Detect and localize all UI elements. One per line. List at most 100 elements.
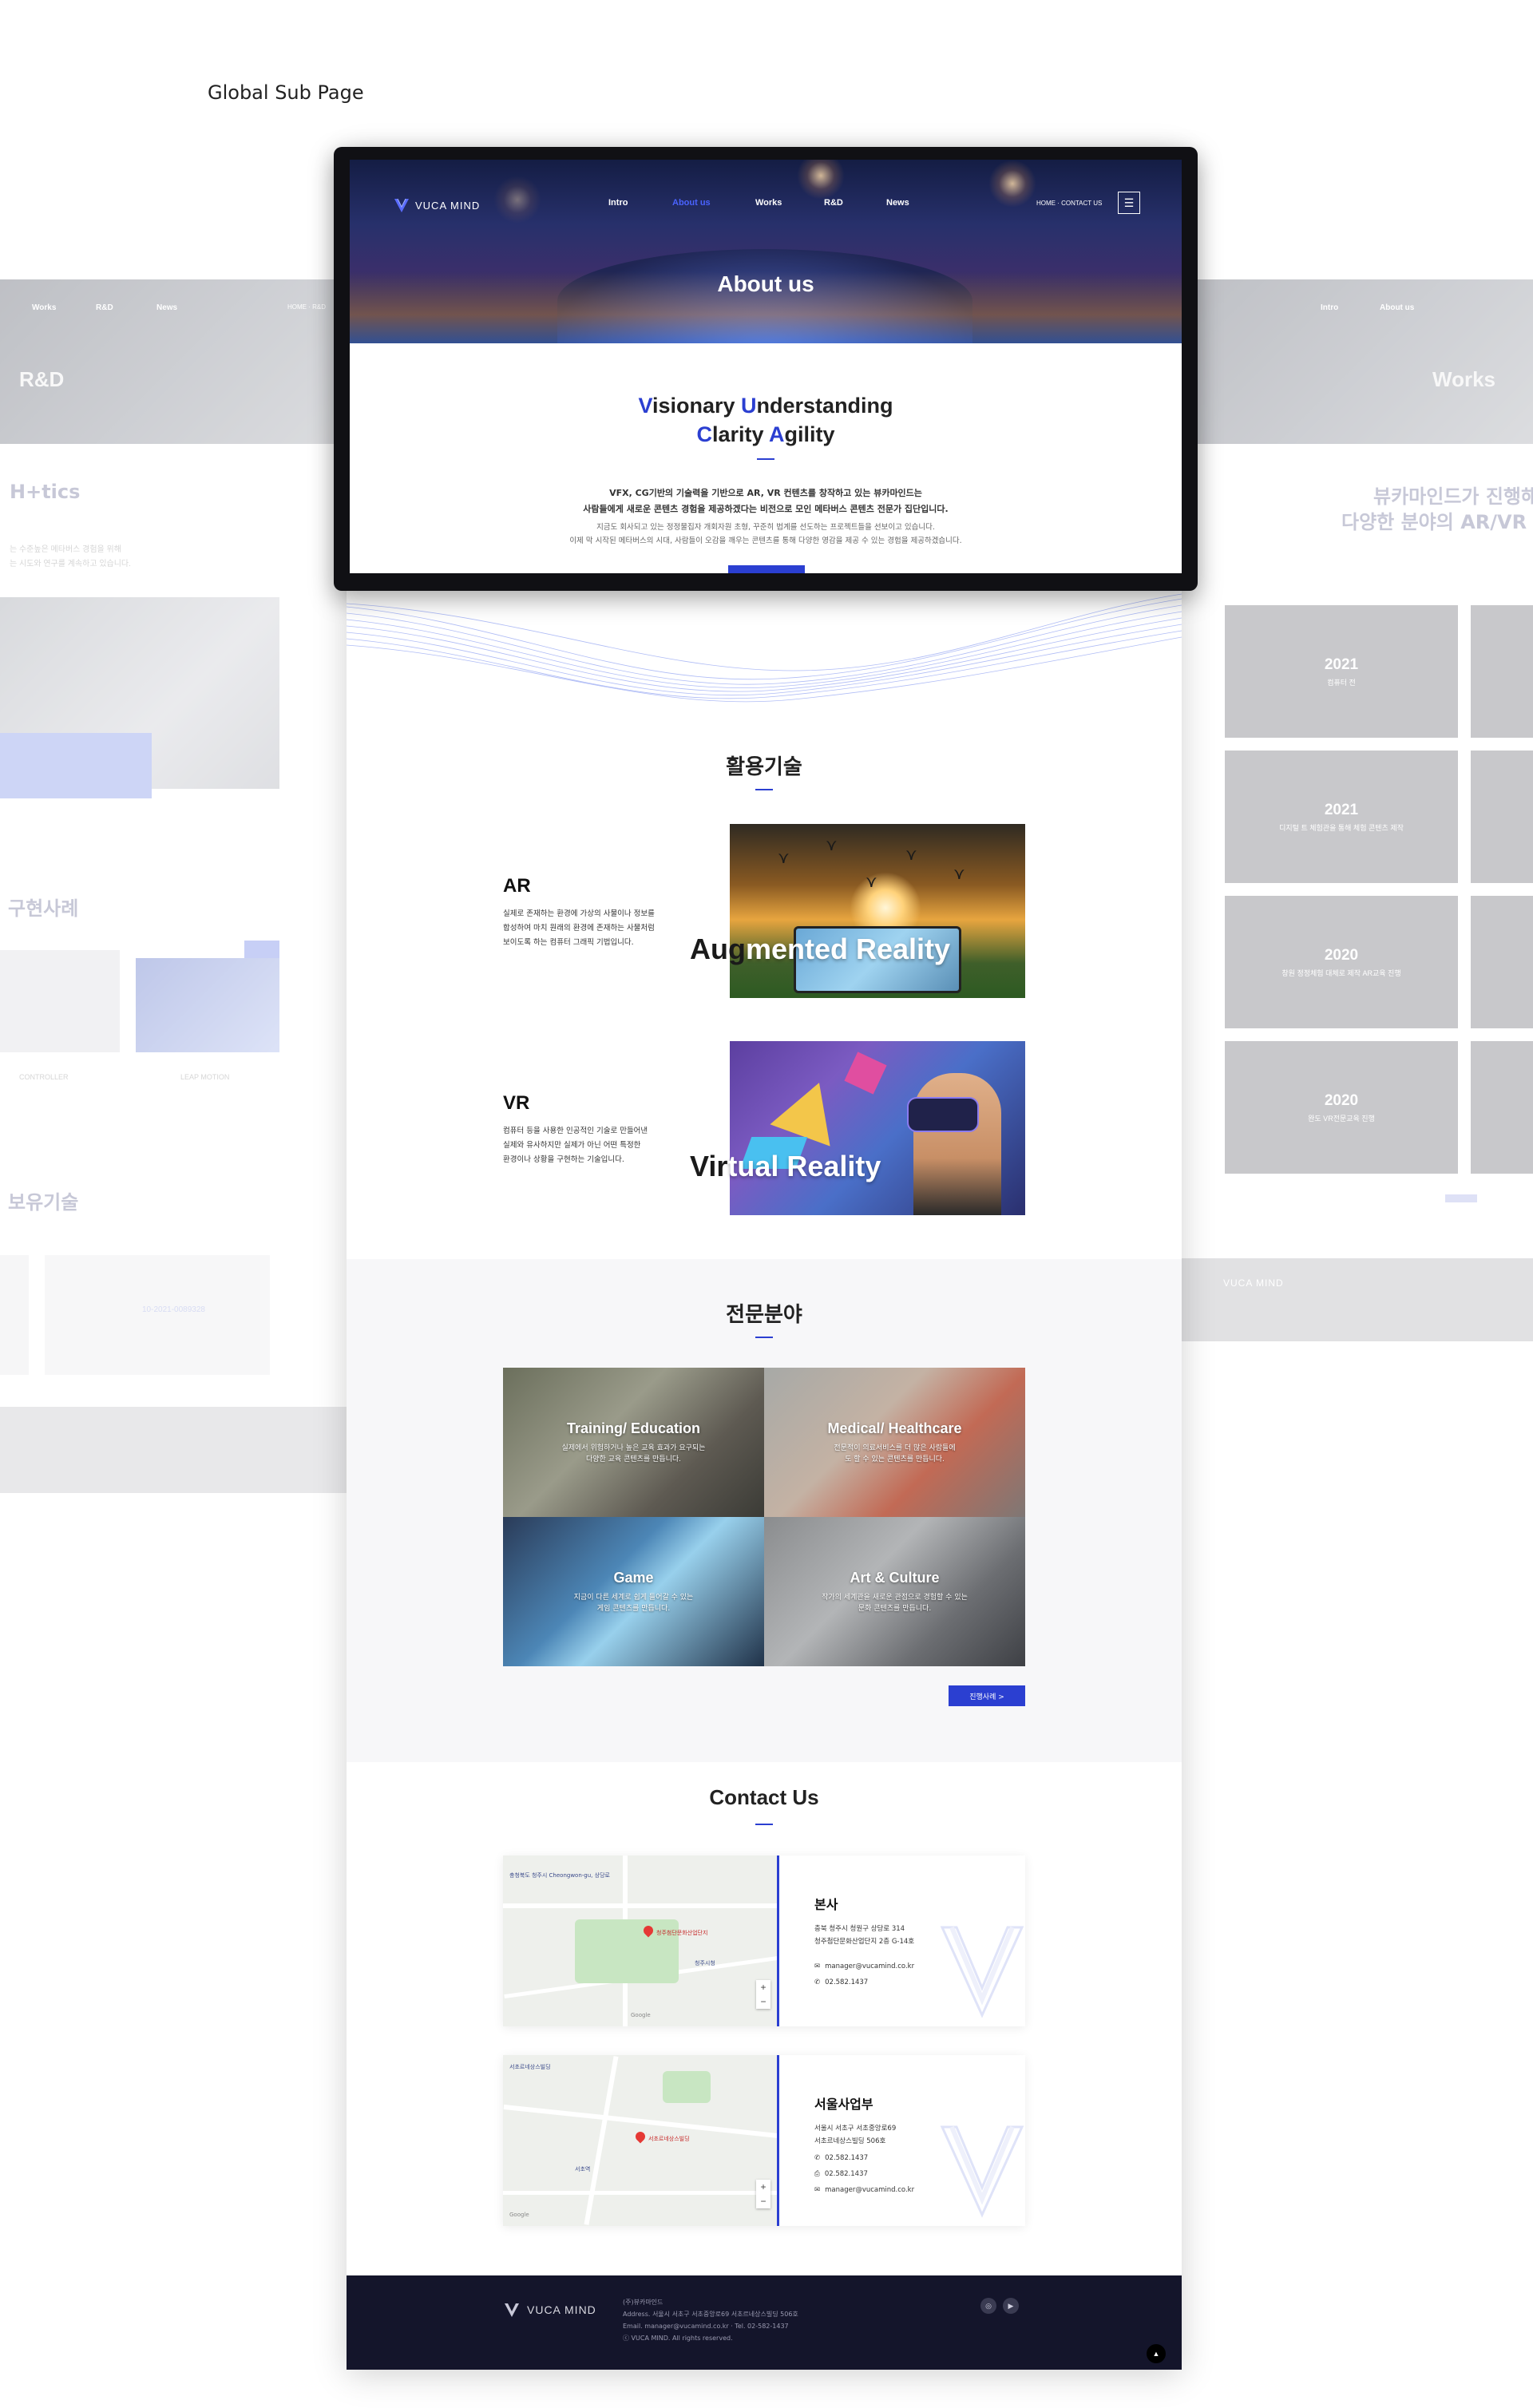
ghost-tile-year: 2020 bbox=[1324, 1092, 1359, 1109]
firework-glow bbox=[493, 176, 541, 224]
tech-desc-vr: 컴퓨터 등을 사용한 인공적인 기술로 만들어낸 실제와 유사하지만 실제가 아… bbox=[503, 1124, 648, 1167]
view-cases-button[interactable]: 진행사례 > bbox=[949, 1685, 1025, 1706]
phone-text[interactable]: 02.582.1437 bbox=[825, 2154, 868, 2162]
intro-text-light: 지금도 회사되고 있는 정정물집자 개회자원 초형, 꾸준히 법계를 선도하는 … bbox=[350, 521, 1182, 548]
specialty-grid: Training/ Education 실제에서 위험하거나 높은 교육 효과가… bbox=[503, 1368, 1025, 1666]
ghost-section-title: H+tics bbox=[10, 481, 81, 503]
youtube-icon[interactable]: ▶ bbox=[1003, 2298, 1019, 2314]
ghost-pagination bbox=[1445, 1194, 1477, 1202]
tech-desc-line: 컴퓨터 등을 사용한 인공적인 기술로 만들어낸 bbox=[503, 1127, 648, 1135]
office-email: ✉ manager@vucamind.co.kr bbox=[814, 1962, 914, 1970]
ghost-breadcrumb: HOME · R&D bbox=[287, 303, 326, 311]
address-line: 청주첨단문화산업단지 2층 G-14호 bbox=[814, 1938, 915, 1946]
ghost-hero-title: R&D bbox=[19, 367, 65, 391]
footer-logo[interactable]: VUCA MIND bbox=[503, 2301, 596, 2319]
map-zoom-control[interactable]: + − bbox=[756, 1980, 770, 2009]
map-zoom-control[interactable]: + − bbox=[756, 2180, 770, 2208]
office-map[interactable]: 서초르네상스빌딩 서초르네상스빌딩 서초역 Google + − bbox=[503, 2055, 779, 2226]
bird-icon: ⋎ bbox=[866, 873, 877, 891]
tech-desc-line: 환경이나 상황을 구현하는 기술입니다. bbox=[503, 1155, 624, 1164]
email-text[interactable]: manager@vucamind.co.kr bbox=[825, 1962, 914, 1970]
map-road bbox=[584, 2056, 619, 2225]
office-name: 본사 bbox=[814, 1897, 838, 1912]
slogan-accent: C bbox=[696, 422, 712, 446]
slogan-accent: A bbox=[769, 422, 785, 446]
firework-glow bbox=[797, 160, 845, 200]
ghost-headline: 뷰카마인드가 진행해 bbox=[1373, 485, 1533, 508]
ghost-hero-title: Works bbox=[1432, 367, 1495, 391]
intro-line: 지금도 회사되고 있는 정정물집자 개회자원 초형, 꾸준히 법계를 선도하는 … bbox=[596, 523, 935, 532]
ghost-card-label: CONTROLLER bbox=[19, 1073, 69, 1081]
bird-icon: ⋎ bbox=[826, 837, 838, 854]
office-address: 서울시 서초구 서초중앙로69 서초르네상스빌딩 506호 bbox=[814, 2122, 896, 2148]
map-label: 서초르네상스빌딩 bbox=[648, 2136, 690, 2142]
nav-works[interactable]: Works bbox=[755, 198, 782, 208]
v-watermark-icon bbox=[940, 2125, 1024, 2218]
office-map[interactable]: 충청북도 청주시 Cheongwon-gu, 상당로 청주첨단문화산업단지 청주… bbox=[503, 1856, 779, 2026]
address-line: 서울시 서초구 서초중앙로69 bbox=[814, 2125, 897, 2133]
instagram-icon[interactable]: ◎ bbox=[980, 2298, 996, 2314]
wave-decoration bbox=[347, 593, 1182, 703]
intro-line: 사람들에게 새로운 콘텐츠 경험을 제공하겠다는 비전으로 모인 메타버스 콘텐… bbox=[583, 504, 949, 514]
phone-text[interactable]: 02.582.1437 bbox=[825, 1978, 868, 1986]
nav-intro[interactable]: Intro bbox=[608, 198, 628, 208]
technology-title: 활용기술 bbox=[726, 755, 802, 779]
fax-icon: ⎙ bbox=[814, 2170, 820, 2178]
ghost-tile-year: 2020 bbox=[1324, 947, 1359, 964]
floating-shape bbox=[844, 1052, 887, 1095]
office-address: 충북 청주시 청원구 상당로 314 청주첨단문화산업단지 2층 G-14호 bbox=[814, 1923, 914, 1948]
map-label: 청주첨단문화산업단지 bbox=[656, 1930, 708, 1936]
hero-banner: VUCA MIND Intro About us Works R&D News … bbox=[350, 160, 1182, 343]
accent-bar bbox=[728, 565, 805, 573]
person-shape bbox=[913, 1073, 1001, 1215]
office-fax: ⎙ 02.582.1437 bbox=[814, 2170, 868, 2178]
ghost-desc-line: 는 수준높은 메타버스 경험을 위해 bbox=[10, 545, 121, 554]
ghost-desc-line: 는 시도와 연구를 계속하고 있습니다. bbox=[10, 560, 131, 568]
firework-glow bbox=[988, 160, 1036, 208]
logo-text: VUCA MIND bbox=[415, 199, 481, 212]
vuca-logo-icon bbox=[394, 198, 409, 212]
title-underline bbox=[757, 458, 774, 460]
ghost-tile-year: 2021 bbox=[1324, 656, 1359, 673]
tech-name-ar: AR bbox=[503, 875, 531, 897]
hamburger-icon: ☰ bbox=[1123, 196, 1135, 209]
desc-line: 도 할 수 있는 콘텐츠를 만듭니다. bbox=[845, 1455, 945, 1463]
map-road bbox=[503, 1903, 777, 1908]
nav-about-us[interactable]: About us bbox=[672, 198, 711, 208]
ghost-work-tile bbox=[1471, 605, 1533, 738]
vr-image bbox=[730, 1041, 1025, 1215]
nav-rnd[interactable]: R&D bbox=[824, 198, 843, 208]
specialty-tile-training[interactable]: Training/ Education 실제에서 위험하거나 높은 교육 효과가… bbox=[503, 1368, 764, 1517]
ghost-nav-item: Intro bbox=[1321, 303, 1339, 312]
slogan-accent: U bbox=[741, 394, 757, 418]
ghost-section-desc: 는 수준높은 메타버스 경험을 위해 는 시도와 연구를 계속하고 있습니다. bbox=[10, 543, 131, 572]
ghost-nav-item: R&D bbox=[96, 303, 113, 312]
site-footer: VUCA MIND (주)뷰카마인드 Address. 서울시 서초구 서초중앙… bbox=[347, 2275, 1182, 2370]
nav-news[interactable]: News bbox=[886, 198, 909, 208]
intro-line: 이제 막 시작된 메타버스의 시대, 사람들이 오감을 깨우는 콘텐츠를 통해 … bbox=[569, 537, 962, 545]
email-text[interactable]: manager@vucamind.co.kr bbox=[825, 2186, 914, 2194]
ghost-hero: Works R&D News HOME · R&D R&D bbox=[0, 279, 351, 444]
ghost-tile-year: 2021 bbox=[1324, 802, 1359, 818]
site-logo[interactable]: VUCA MIND bbox=[393, 196, 480, 214]
footer-info-line: ⓒ VUCA MIND. All rights reserved. bbox=[623, 2335, 733, 2342]
hamburger-menu-button[interactable]: ☰ bbox=[1118, 192, 1140, 214]
mail-icon: ✉ bbox=[814, 1962, 821, 1970]
specialty-tile-game[interactable]: Game 지금이 다른 세계로 쉽게 들어갈 수 있는 게임 콘텐츠를 만듭니다… bbox=[503, 1517, 764, 1666]
specialty-tile-medical[interactable]: Medical/ Healthcare 전문적이 의료서비스를 더 많은 사람들… bbox=[764, 1368, 1025, 1517]
vuca-logo-icon bbox=[505, 2303, 519, 2317]
specialty-tile-art[interactable]: Art & Culture 작가의 세계관을 새로운 관점으로 경험할 수 있는… bbox=[764, 1517, 1025, 1666]
page-title: About us bbox=[717, 271, 814, 296]
scroll-top-button[interactable]: ▲ bbox=[1147, 2344, 1166, 2363]
ghost-work-tile: 2021 디지털 트 체험관을 통해 체험 콘텐츠 제작 bbox=[1225, 751, 1458, 883]
intro-line: VFX, CG기반의 기술력을 기반으로 AR, VR 컨텐츠를 창작하고 있는… bbox=[609, 488, 922, 498]
title-underline bbox=[755, 1824, 773, 1825]
ghost-card-image bbox=[136, 958, 279, 1052]
office-email: ✉ manager@vucamind.co.kr bbox=[814, 2186, 914, 2194]
bird-icon: ⋎ bbox=[953, 865, 965, 883]
ghost-patent-no: 10-2021-0089328 bbox=[142, 1305, 205, 1314]
google-logo: Google bbox=[509, 2212, 529, 2218]
ghost-tile-sub: 완도 VR전문교육 진행 bbox=[1308, 1115, 1375, 1123]
slogan-part: gility bbox=[784, 422, 835, 446]
map-label: 서초르네상스빌딩 bbox=[509, 2064, 551, 2070]
